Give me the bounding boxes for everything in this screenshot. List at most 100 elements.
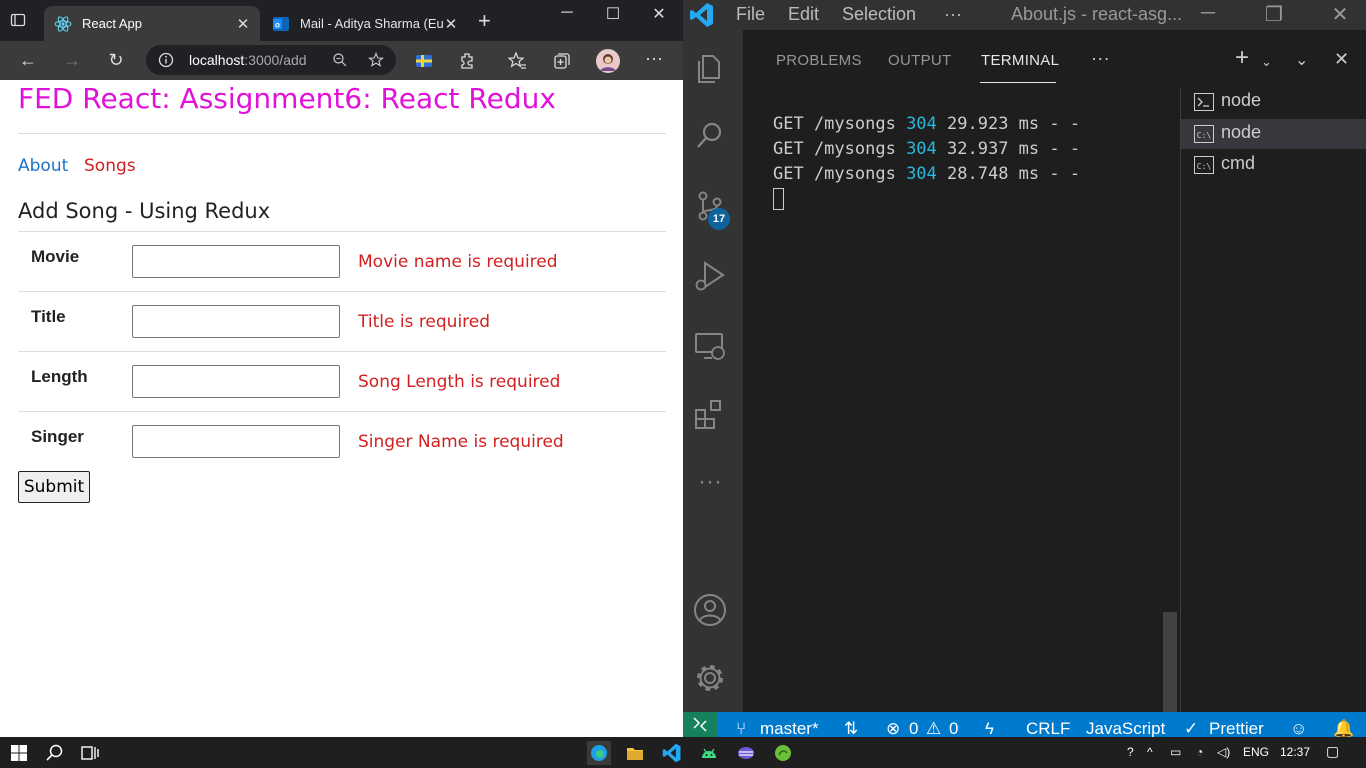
more-options-icon[interactable]: ···	[643, 48, 665, 70]
collapse-panel-icon[interactable]: ⌄	[1295, 50, 1308, 70]
clock[interactable]: 12:37	[1280, 745, 1310, 759]
tab-problems[interactable]: PROBLEMS	[776, 52, 862, 69]
tab-title: React App	[82, 16, 142, 31]
error-count[interactable]: 0	[909, 719, 918, 737]
address-bar[interactable]: localhost:3000/add	[146, 45, 396, 75]
url-text: localhost:3000/add	[189, 52, 307, 68]
site-info-icon[interactable]	[158, 52, 174, 68]
maximize-icon[interactable]: ☐	[598, 4, 628, 24]
profile-avatar[interactable]	[596, 49, 620, 73]
length-input[interactable]	[132, 365, 340, 398]
settings-gear-icon[interactable]	[692, 660, 728, 696]
terminal-line: GET /mysongs 304 28.748 ms - -	[773, 162, 1080, 187]
extensions-icon[interactable]	[458, 51, 478, 71]
battery-icon[interactable]: ▭	[1170, 745, 1181, 759]
task-view-icon[interactable]	[80, 743, 100, 763]
restore-icon[interactable]: ❐	[1261, 2, 1287, 27]
run-debug-icon[interactable]	[692, 258, 728, 294]
language-mode[interactable]: JavaScript	[1086, 719, 1165, 737]
remote-indicator[interactable]	[683, 712, 717, 737]
tab-terminal[interactable]: TERMINAL	[981, 52, 1059, 69]
terminal-output[interactable]: GET /mysongs 304 29.923 ms - - GET /myso…	[773, 112, 1080, 212]
close-panel-icon[interactable]: ✕	[1334, 49, 1349, 70]
title-input[interactable]	[132, 305, 340, 338]
eol-indicator[interactable]: CRLF	[1026, 719, 1070, 737]
field-label: Movie	[31, 247, 80, 266]
status-code: 304	[906, 164, 937, 184]
warning-icon: ⚠	[926, 719, 942, 737]
terminal-name: cmd	[1221, 153, 1256, 173]
form-heading: Add Song - Using Redux	[18, 199, 271, 223]
nav-link-about[interactable]: About	[18, 156, 68, 176]
close-window-icon[interactable]: ✕	[644, 4, 674, 24]
refresh-icon[interactable]: ↻	[105, 50, 127, 72]
more-views-icon[interactable]: ···	[692, 470, 728, 506]
show-hidden-icons-icon[interactable]: ^	[1147, 745, 1153, 759]
terminal-scrollbar[interactable]	[1163, 612, 1177, 712]
add-favorite-icon[interactable]	[368, 52, 384, 68]
input-language[interactable]: ENG	[1243, 745, 1269, 759]
tab-react-app[interactable]: React App ✕	[44, 6, 260, 41]
warning-count[interactable]: 0	[949, 719, 958, 737]
close-tab-icon[interactable]: ✕	[444, 15, 458, 33]
notifications-icon[interactable]: 🔔	[1333, 719, 1354, 737]
title-divider	[18, 133, 666, 134]
error-message: Singer Name is required	[358, 432, 564, 452]
terminal-dropdown-icon[interactable]: ⌄	[1261, 54, 1272, 70]
panel-more-icon[interactable]: ···	[1091, 48, 1110, 69]
minimize-icon[interactable]: ─	[552, 4, 582, 22]
minimize-icon[interactable]: ─	[1195, 2, 1221, 25]
tab-output[interactable]: OUTPUT	[888, 52, 951, 69]
submit-button[interactable]: Submit	[18, 471, 90, 503]
menu-selection[interactable]: Selection	[842, 4, 916, 25]
terminal-item-node-1[interactable]: node	[1181, 87, 1366, 117]
close-tab-icon[interactable]: ✕	[236, 15, 250, 33]
form-row-singer: Singer Singer Name is required	[18, 411, 666, 471]
edge-taskbar-icon[interactable]	[587, 741, 611, 765]
new-terminal-icon[interactable]: +	[1235, 44, 1249, 72]
git-branch[interactable]: master*	[760, 719, 819, 737]
app-icon-purple[interactable]	[736, 743, 756, 763]
remote-explorer-icon[interactable]	[692, 328, 728, 364]
feedback-icon[interactable]: ☺	[1290, 719, 1307, 737]
accounts-icon[interactable]	[692, 592, 728, 628]
prettier-status[interactable]: Prettier	[1209, 719, 1264, 737]
volume-icon[interactable]: ◁)	[1217, 745, 1230, 759]
terminal-item-node-2[interactable]: C:\ node	[1181, 119, 1366, 149]
file-explorer-icon[interactable]	[625, 743, 645, 763]
search-icon[interactable]	[45, 743, 65, 763]
windows-start-icon[interactable]	[9, 743, 29, 763]
collections-icon[interactable]	[552, 51, 572, 71]
wifi-icon[interactable]: ◔	[1196, 745, 1203, 759]
back-icon[interactable]: ←	[17, 50, 39, 72]
forward-icon[interactable]: →	[61, 50, 83, 72]
favorites-icon[interactable]	[507, 51, 527, 71]
movie-input[interactable]	[132, 245, 340, 278]
menu-file[interactable]: File	[736, 4, 765, 25]
extensions-icon[interactable]	[692, 396, 728, 432]
menu-edit[interactable]: Edit	[788, 4, 819, 25]
svg-text:C:\: C:\	[1197, 162, 1212, 171]
form-row-movie: Movie Movie name is required	[18, 231, 666, 291]
vscode-window: File Edit Selection ··· About.js - react…	[683, 0, 1366, 737]
android-studio-icon[interactable]	[699, 743, 719, 763]
search-icon[interactable]	[692, 118, 728, 154]
singer-input[interactable]	[132, 425, 340, 458]
close-window-icon[interactable]: ✕	[1327, 2, 1353, 27]
action-center-icon[interactable]: ▢	[1326, 743, 1339, 760]
extension-flag-icon[interactable]	[414, 51, 434, 71]
new-tab-icon[interactable]: +	[478, 10, 491, 32]
zoom-icon[interactable]	[332, 52, 348, 68]
menu-more[interactable]: ···	[944, 4, 962, 25]
terminal-item-cmd[interactable]: C:\ cmd	[1181, 150, 1366, 180]
vscode-taskbar-icon[interactable]	[662, 743, 682, 763]
sync-icon[interactable]: ⇅	[844, 719, 858, 737]
cmd-icon: C:\	[1194, 156, 1214, 174]
app-icon-green[interactable]	[773, 743, 793, 763]
tab-actions-icon[interactable]	[10, 12, 26, 28]
help-tray-icon[interactable]: ?	[1127, 745, 1134, 759]
explorer-icon[interactable]	[692, 50, 728, 86]
tab-mail[interactable]: o Mail - Aditya Sharma (Europ ✕	[262, 6, 468, 41]
nav-link-songs[interactable]: Songs	[84, 156, 136, 176]
lightning-icon[interactable]: ϟ	[985, 719, 994, 737]
